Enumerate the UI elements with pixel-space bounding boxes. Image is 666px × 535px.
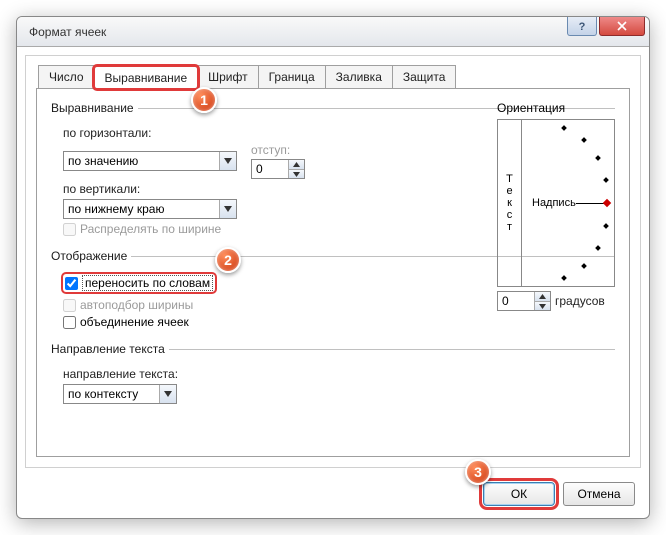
horizontal-label: по горизонтали: [63, 126, 151, 140]
dial-dot [595, 155, 601, 161]
group-textdir-legend: Направление текста [51, 342, 169, 356]
horizontal-combo[interactable]: по значению [63, 151, 237, 171]
indent-label: отступ: [251, 143, 305, 157]
cancel-button[interactable]: Отмена [563, 482, 635, 506]
group-alignment-legend: Выравнивание [51, 101, 138, 115]
distribute-input [63, 223, 76, 236]
callout-badge-2: 2 [215, 247, 241, 273]
ok-button[interactable]: ОК [483, 482, 555, 506]
window-controls: ? [565, 16, 645, 36]
orientation-box[interactable]: Текст Надпись [497, 119, 615, 287]
dialog-content: Число Выравнивание Шрифт Граница Заливка… [25, 55, 641, 468]
format-cells-dialog: Формат ячеек ? Число Выравнивание Шрифт … [16, 16, 650, 519]
tab-alignment[interactable]: Выравнивание [94, 66, 199, 89]
tab-number[interactable]: Число [38, 65, 95, 88]
degrees-label: градусов [555, 294, 605, 308]
tab-fill[interactable]: Заливка [325, 65, 393, 88]
dial-dot [595, 245, 601, 251]
close-button[interactable] [599, 16, 645, 36]
vertical-label: по вертикали: [63, 182, 140, 196]
window-title: Формат ячеек [29, 25, 106, 39]
vertical-value: по нижнему краю [68, 202, 219, 216]
orientation-vertical-text[interactable]: Текст [498, 120, 522, 286]
textdir-combo[interactable]: по контексту [63, 384, 177, 404]
spin-up-icon[interactable] [535, 292, 550, 301]
degrees-spinner[interactable] [497, 291, 551, 311]
textdir-label: направление текста: [63, 367, 178, 381]
distribute-label: Распределять по ширине [80, 222, 221, 236]
help-button[interactable]: ? [567, 16, 597, 36]
dialog-buttons: ОК Отмена [483, 482, 635, 506]
orientation-dial[interactable]: Надпись [522, 120, 614, 286]
spin-down-icon[interactable] [535, 301, 550, 310]
wrap-text-input[interactable] [65, 277, 78, 290]
dial-dot [561, 275, 567, 281]
titlebar[interactable]: Формат ячеек ? [17, 17, 649, 47]
vertical-combo[interactable]: по нижнему краю [63, 199, 237, 219]
callout-badge-3: 3 [465, 459, 491, 485]
dial-dot [581, 137, 587, 143]
textdir-value: по контексту [68, 387, 159, 401]
wrap-text-label: переносить по словам [82, 275, 213, 291]
dial-dot [603, 223, 609, 229]
dial-dot-active [603, 199, 611, 207]
orientation-legend: Ориентация [497, 101, 615, 115]
tab-border[interactable]: Граница [258, 65, 326, 88]
dial-dot [561, 125, 567, 131]
callout-badge-1: 1 [191, 87, 217, 113]
chevron-down-icon [219, 200, 236, 218]
chevron-down-icon [219, 152, 236, 170]
chevron-down-icon [159, 385, 176, 403]
merge-input[interactable] [63, 316, 76, 329]
degrees-value[interactable] [498, 292, 534, 310]
indent-spinner[interactable] [251, 159, 305, 179]
tab-panel: Выравнивание по горизонтали: по значению… [36, 88, 630, 457]
orientation-label: Надпись [532, 197, 576, 209]
merge-checkbox[interactable]: объединение ячеек [63, 315, 615, 329]
spin-down-icon[interactable] [289, 169, 304, 178]
wrap-text-checkbox[interactable]: переносить по словам [63, 274, 215, 292]
horizontal-value: по значению [68, 154, 219, 168]
tab-font[interactable]: Шрифт [197, 65, 258, 88]
tab-protection[interactable]: Защита [392, 65, 457, 88]
group-orientation: Ориентация Текст Надпись [497, 101, 615, 311]
merge-label: объединение ячеек [80, 315, 189, 329]
group-text-direction: Направление текста направление текста: п… [51, 342, 615, 407]
shrink-label: автоподбор ширины [80, 298, 193, 312]
group-display-legend: Отображение [51, 249, 131, 263]
tab-strip: Число Выравнивание Шрифт Граница Заливка… [38, 62, 640, 88]
dial-dot [603, 177, 609, 183]
indent-value[interactable] [252, 160, 288, 178]
shrink-input [63, 299, 76, 312]
dial-dot [581, 263, 587, 269]
orientation-line [576, 203, 606, 204]
svg-text:?: ? [579, 21, 586, 31]
spin-up-icon[interactable] [289, 160, 304, 169]
